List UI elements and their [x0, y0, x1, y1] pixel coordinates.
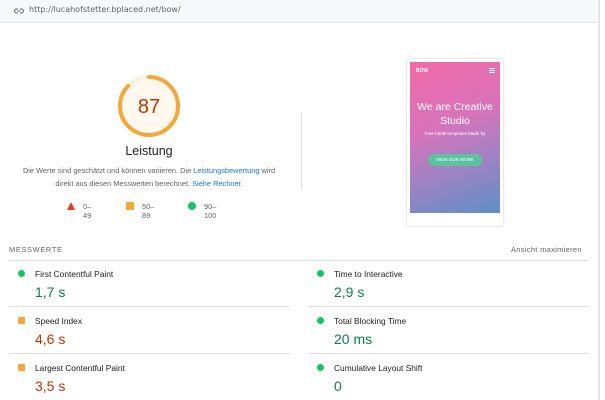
metric-cumulative-layout-shift: Cumulative Layout Shift 0 [308, 354, 589, 399]
link-icon [14, 8, 24, 14]
hamburger-menu-icon [489, 68, 495, 73]
legend-range: 90–100 [204, 202, 217, 220]
metric-name: Total Blocking Time [334, 316, 407, 326]
section-divider [301, 112, 302, 190]
metric-name: Largest Contentful Paint [35, 363, 125, 373]
calculator-link[interactable]: Siehe Rechner. [192, 179, 243, 188]
url-bar: http://lucahofstetter.bplaced.net/bow/ [0, 0, 597, 23]
metric-name: Time to Interactive [334, 269, 403, 279]
metric-total-blocking-time: Total Blocking Time 20 ms [308, 307, 589, 352]
page-url-link[interactable]: http://lucahofstetter.bplaced.net/bow/ [29, 5, 181, 14]
metric-time-to-interactive: Time to Interactive 2,9 s [308, 261, 589, 306]
metric-speed-index: Speed Index 4,6 s [9, 307, 290, 352]
score-description: Die Werte sind geschätzt und können vari… [18, 164, 280, 190]
performance-score-gauge: 87 [118, 75, 180, 137]
preview-button: VIEW OUR WORK [428, 154, 482, 166]
metrics-section-title: MESSWERTE [9, 245, 63, 254]
metric-value: 2,9 s [334, 284, 365, 300]
scoring-link[interactable]: Leistungsbewertung [193, 166, 259, 175]
pass-circle-icon [18, 270, 25, 277]
metric-first-contentful-paint: First Contentful Paint 1,7 s [9, 261, 290, 306]
metric-name: Speed Index [35, 316, 83, 326]
score-value: 87 [138, 96, 160, 118]
metric-largest-contentful-paint: Largest Contentful Paint 3,5 s [9, 354, 290, 399]
legend-range: 50–89 [142, 202, 155, 220]
average-square-icon [126, 202, 134, 210]
average-square-icon [18, 317, 25, 324]
metric-value: 3,5 s [35, 378, 66, 394]
preview-subtitle: Free html5 templates Made by [424, 131, 486, 136]
pass-circle-icon [317, 317, 324, 324]
screenshot-preview [410, 62, 500, 213]
score-category-label: Leistung [125, 144, 173, 158]
fail-triangle-icon [67, 202, 75, 210]
pass-circle-icon [188, 202, 196, 210]
metric-name: Cumulative Layout Shift [334, 363, 423, 373]
preview-title: We are Creative Studio [417, 101, 493, 127]
expand-view-toggle[interactable]: Ansicht maximieren [511, 245, 582, 254]
preview-brand: BOW [416, 68, 429, 74]
metric-value: 20 ms [334, 331, 373, 347]
metric-value: 4,6 s [35, 331, 66, 347]
metric-name: First Contentful Paint [35, 269, 114, 279]
average-square-icon [18, 364, 25, 371]
scrollbar-track[interactable] [598, 0, 600, 400]
metric-value: 1,7 s [35, 284, 66, 300]
pass-circle-icon [317, 364, 324, 371]
metric-value: 0 [334, 378, 342, 394]
legend-range: 0–49 [83, 202, 92, 220]
pass-circle-icon [317, 270, 324, 277]
description-text-1: Die Werte sind geschätzt und können vari… [22, 166, 194, 175]
